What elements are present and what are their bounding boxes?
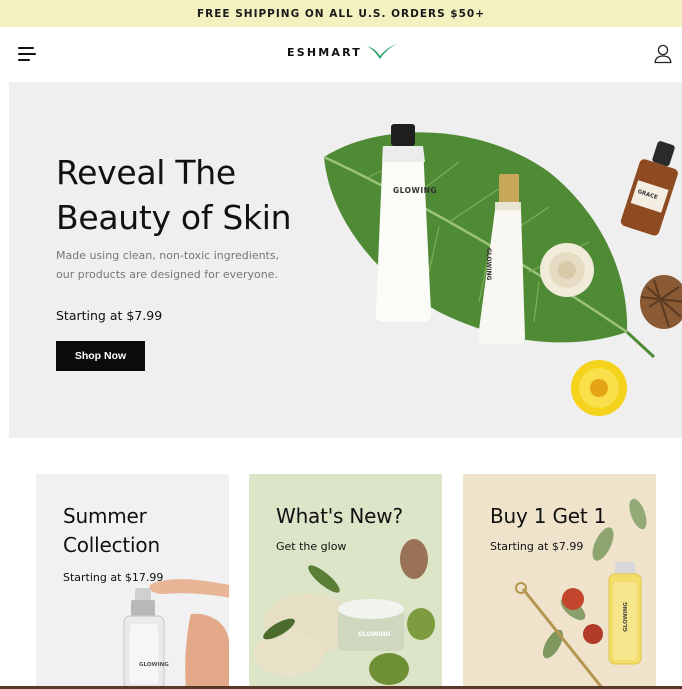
card-title-line: Summer — [63, 504, 147, 528]
tube-label: GLOWING — [393, 186, 438, 195]
hero-subtitle-line: our products are designed for everyone. — [56, 268, 278, 281]
card-whats-new[interactable]: What's New? Get the glow GLOWING — [249, 474, 442, 689]
card-subtitle: Get the glow — [276, 540, 347, 553]
card-product-label: GLOWING — [622, 602, 629, 632]
hero-banner: Reveal The Beauty of Skin Made using cle… — [9, 82, 682, 438]
card-buy-1-get-1[interactable]: Buy 1 Get 1 Starting at $7.99 GLOWING — [463, 474, 656, 689]
card-summer-collection[interactable]: Summer Collection Starting at $17.99 GLO… — [36, 474, 229, 689]
card-subtitle: Starting at $17.99 — [63, 571, 164, 584]
logo-text: ESHMART — [287, 45, 362, 59]
announcement-bar: FREE SHIPPING ON ALL U.S. ORDERS $50+ — [0, 0, 682, 27]
site-logo[interactable]: ESHMART — [287, 43, 398, 61]
hero-product-image — [323, 124, 682, 416]
card-title-line: Collection — [63, 533, 160, 557]
hero-title-line: Reveal The — [56, 153, 236, 192]
hero-title-line: Beauty of Skin — [56, 198, 292, 237]
card-title: What's New? — [276, 504, 403, 528]
hero-subtitle: Made using clean, non-toxic ingredients,… — [56, 246, 296, 284]
small-tube-label: GLOWING — [485, 248, 492, 281]
logo-leaf-icon — [366, 44, 397, 59]
card-title: Buy 1 Get 1 — [490, 504, 607, 528]
hamburger-menu-icon[interactable] — [18, 47, 36, 61]
card-product-label: GLOWING — [139, 662, 169, 668]
site-header: ESHMART — [0, 27, 682, 82]
card-product-label: GLOWING — [358, 631, 391, 638]
announcement-text: FREE SHIPPING ON ALL U.S. ORDERS $50+ — [196, 7, 486, 20]
card-subtitle: Starting at $7.99 — [490, 540, 584, 553]
hero-title: Reveal The Beauty of Skin — [56, 150, 336, 240]
shop-now-button[interactable]: Shop Now — [56, 341, 145, 371]
hero-price: Starting at $7.99 — [56, 308, 163, 323]
user-account-icon[interactable] — [654, 44, 672, 64]
card-title: Summer Collection — [63, 502, 160, 560]
hero-subtitle-line: Made using clean, non-toxic ingredients, — [56, 249, 280, 262]
